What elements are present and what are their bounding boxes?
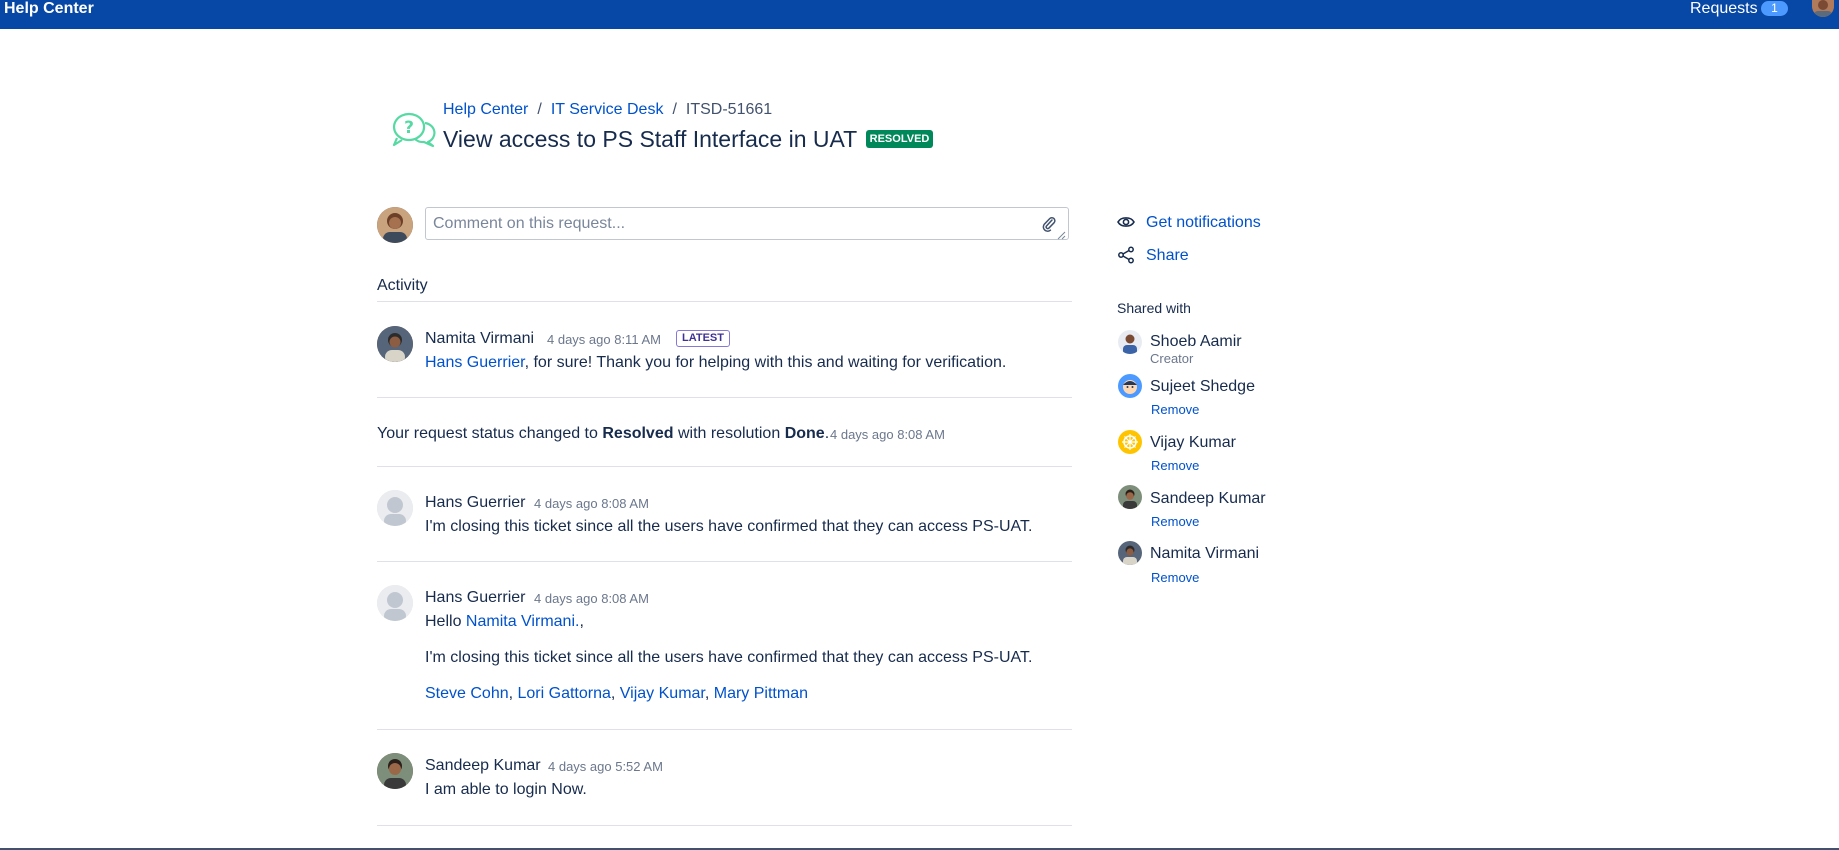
comment-author[interactable]: Namita Virmani xyxy=(425,330,534,348)
comment-text: , for sure! Thank you for helping with t… xyxy=(524,354,1007,371)
comment-timestamp: 4 days ago 8:08 AM xyxy=(534,591,649,606)
eye-icon xyxy=(1117,213,1135,231)
comment-timestamp: 4 days ago 8:11 AM xyxy=(547,332,661,347)
activity-heading: Activity xyxy=(377,277,428,294)
paperclip-icon[interactable] xyxy=(1042,216,1056,232)
top-navigation-bar: Help Center Requests 1 xyxy=(0,0,1839,29)
creator-label: Creator xyxy=(1150,351,1194,366)
status-badge: RESOLVED xyxy=(865,130,934,148)
shared-person-name: Namita Virmani xyxy=(1150,545,1260,562)
comment-timestamp: 4 days ago 8:08 AM xyxy=(534,496,649,511)
default-avatar-icon xyxy=(377,585,413,621)
remove-participant-button[interactable]: Remove xyxy=(1151,402,1199,417)
current-user-avatar xyxy=(377,207,413,243)
resize-handle-icon[interactable] xyxy=(1056,227,1066,240)
cc-user-link[interactable]: Vijay Kumar xyxy=(620,685,705,702)
avatar xyxy=(377,753,413,789)
shared-with-heading: Shared with xyxy=(1117,300,1191,316)
cc-user-link[interactable]: Steve Cohn xyxy=(425,685,509,702)
share-icon xyxy=(1117,246,1135,264)
mention-suffix: , xyxy=(579,613,584,630)
cc-user-link[interactable]: Lori Gattorna xyxy=(518,685,611,702)
greeting-text: Hello xyxy=(425,613,462,630)
comment-author[interactable]: Hans Guerrier xyxy=(425,589,525,607)
comment-placeholder: Comment on this request... xyxy=(433,215,626,232)
cc-user-list: Steve Cohn, Lori Gattorna, Vijay Kumar, … xyxy=(425,685,808,702)
remove-participant-button[interactable]: Remove xyxy=(1151,514,1199,529)
comment-text: I'm closing this ticket since all the us… xyxy=(425,518,1033,535)
divider xyxy=(377,825,1072,826)
share-link[interactable]: Share xyxy=(1146,247,1189,265)
remove-participant-button[interactable]: Remove xyxy=(1151,570,1199,585)
user-mention-link[interactable]: Hans Guerrier xyxy=(425,354,525,371)
latest-badge: LATEST xyxy=(676,330,730,347)
breadcrumb: Help Center / IT Service Desk / ITSD-51661 xyxy=(443,100,772,120)
avatar xyxy=(1118,430,1142,454)
status-value: Resolved xyxy=(602,425,674,442)
status-change-suffix: . xyxy=(824,425,830,442)
requests-count-badge[interactable]: 1 xyxy=(1761,1,1788,16)
breadcrumb-it-service-desk[interactable]: IT Service Desk xyxy=(551,101,664,118)
comment-input[interactable]: Comment on this request... xyxy=(425,207,1069,240)
breadcrumb-help-center[interactable]: Help Center xyxy=(443,101,528,118)
avatar xyxy=(1118,330,1142,354)
avatar xyxy=(1118,541,1142,565)
breadcrumb-separator: / xyxy=(672,101,677,118)
user-avatar-menu[interactable] xyxy=(1812,0,1834,17)
page-title: View access to PS Staff Interface in UAT xyxy=(443,126,858,152)
comment-body: Hans Guerrier, for sure! Thank you for h… xyxy=(425,354,1006,372)
comment-text: I am able to login Now. xyxy=(425,781,587,798)
breadcrumb-ticket-key: ITSD-51661 xyxy=(685,101,773,118)
status-change-prefix: Your request status changed to xyxy=(377,425,598,442)
svg-text:?: ? xyxy=(404,118,414,138)
default-avatar-icon xyxy=(377,490,413,526)
comment-author[interactable]: Hans Guerrier xyxy=(425,494,525,512)
avatar xyxy=(1118,374,1142,398)
shared-person-name: Shoeb Aamir xyxy=(1150,333,1242,350)
status-change-mid: with resolution xyxy=(677,425,781,442)
comment-text: I'm closing this ticket since all the us… xyxy=(425,649,1033,666)
divider xyxy=(377,561,1072,562)
page-title-row: View access to PS Staff Interface in UAT… xyxy=(443,126,934,152)
status-change-event: Your request status changed to Resolved … xyxy=(377,425,829,443)
avatar xyxy=(377,326,413,362)
status-change-timestamp: 4 days ago 8:08 AM xyxy=(830,427,945,442)
get-notifications-link[interactable]: Get notifications xyxy=(1146,214,1261,232)
shared-person-name: Sandeep Kumar xyxy=(1150,490,1266,507)
help-chat-icon: ? xyxy=(391,111,437,148)
requests-link[interactable]: Requests xyxy=(1690,0,1758,17)
comment-timestamp: 4 days ago 5:52 AM xyxy=(548,759,663,774)
divider xyxy=(377,466,1072,467)
comment-greeting: Hello Namita Virmani., xyxy=(425,613,584,631)
breadcrumb-separator: / xyxy=(537,101,542,118)
cc-user-link[interactable]: Mary Pittman xyxy=(714,685,808,702)
resolution-value: Done xyxy=(784,425,825,442)
comment-author[interactable]: Sandeep Kumar xyxy=(425,757,541,775)
divider xyxy=(377,397,1072,398)
user-mention-link[interactable]: Namita Virmani. xyxy=(466,613,580,630)
shared-person-name: Vijay Kumar xyxy=(1150,434,1236,451)
help-center-home-link[interactable]: Help Center xyxy=(4,0,94,17)
avatar xyxy=(1118,485,1142,509)
shared-person-name: Sujeet Shedge xyxy=(1150,378,1255,395)
divider xyxy=(377,729,1072,730)
remove-participant-button[interactable]: Remove xyxy=(1151,458,1199,473)
divider xyxy=(377,301,1072,302)
